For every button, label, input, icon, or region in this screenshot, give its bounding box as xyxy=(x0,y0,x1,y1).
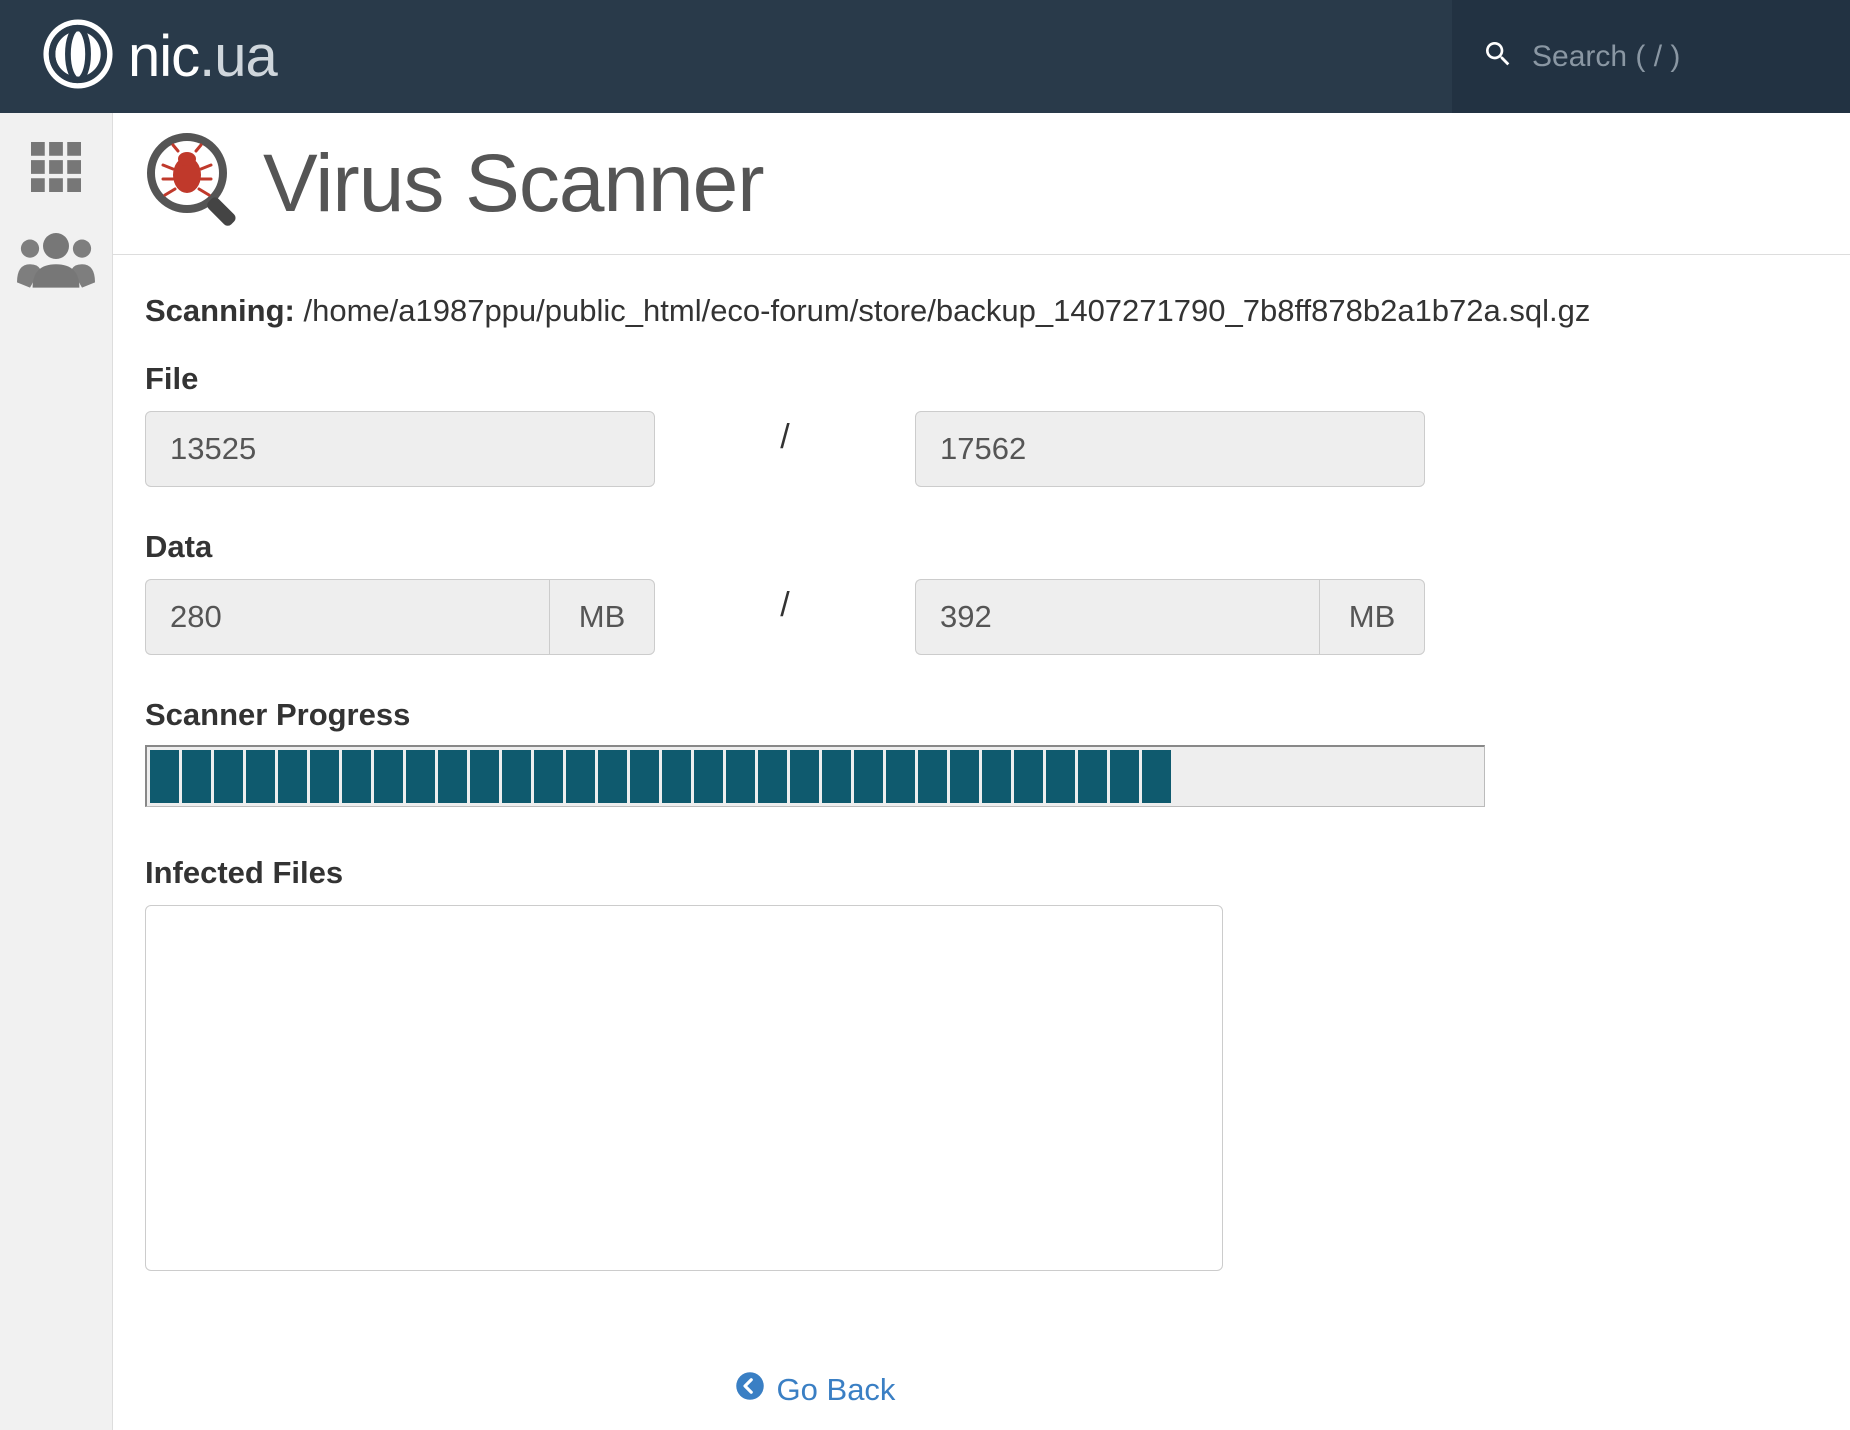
progress-segment xyxy=(758,750,787,803)
data-separator: / xyxy=(655,586,915,649)
progress-segment xyxy=(1014,750,1043,803)
search-input[interactable] xyxy=(1532,40,1820,74)
progress-segment xyxy=(406,750,435,803)
progress-label: Scanner Progress xyxy=(145,697,1818,733)
virus-scanner-icon xyxy=(145,131,245,236)
users-icon[interactable] xyxy=(17,230,95,293)
progress-segment xyxy=(534,750,563,803)
progress-segment xyxy=(886,750,915,803)
file-separator: / xyxy=(655,418,915,481)
progress-segment xyxy=(246,750,275,803)
apps-grid-icon[interactable] xyxy=(24,137,88,202)
infected-files-label: Infected Files xyxy=(145,855,1818,891)
header: nic.ua xyxy=(0,0,1850,113)
progress-segment xyxy=(566,750,595,803)
progress-segment xyxy=(310,750,339,803)
progress-segment xyxy=(694,750,723,803)
progress-segment xyxy=(150,750,179,803)
data-current-unit: MB xyxy=(549,579,655,655)
data-section-label: Data xyxy=(145,529,1818,565)
data-total-unit: MB xyxy=(1319,579,1425,655)
sidebar xyxy=(0,113,112,1430)
progress-segment xyxy=(214,750,243,803)
infected-files-list xyxy=(145,905,1223,1271)
progress-segment xyxy=(790,750,819,803)
progress-segment xyxy=(438,750,467,803)
progress-segment xyxy=(662,750,691,803)
progress-segment xyxy=(598,750,627,803)
brand-logo[interactable]: nic.ua xyxy=(42,18,277,95)
progress-segment xyxy=(470,750,499,803)
page-header: Virus Scanner xyxy=(113,113,1850,255)
brand-text: nic.ua xyxy=(128,23,277,90)
page-title: Virus Scanner xyxy=(263,137,764,231)
progress-segment xyxy=(1046,750,1075,803)
data-total-value: 392 xyxy=(915,579,1319,655)
progress-segment xyxy=(278,750,307,803)
file-current-value: 13525 xyxy=(145,411,655,487)
progress-bar xyxy=(145,745,1485,807)
search-icon xyxy=(1482,38,1532,75)
file-total-value: 17562 xyxy=(915,411,1425,487)
progress-segment xyxy=(726,750,755,803)
progress-segment xyxy=(950,750,979,803)
progress-segment xyxy=(854,750,883,803)
progress-segment xyxy=(1078,750,1107,803)
progress-segment xyxy=(502,750,531,803)
data-current-value: 280 xyxy=(145,579,549,655)
scanning-label: Scanning: xyxy=(145,293,295,328)
progress-segment xyxy=(182,750,211,803)
go-back-label: Go Back xyxy=(777,1372,896,1408)
scanning-status: Scanning: /home/a1987ppu/public_html/eco… xyxy=(145,293,1818,329)
progress-segment xyxy=(374,750,403,803)
search-box xyxy=(1452,0,1850,113)
progress-segment xyxy=(1110,750,1139,803)
brand-logo-icon xyxy=(42,18,114,95)
progress-segment xyxy=(822,750,851,803)
file-section-label: File xyxy=(145,361,1818,397)
progress-segment xyxy=(918,750,947,803)
scanning-path: /home/a1987ppu/public_html/eco-forum/sto… xyxy=(303,293,1590,328)
go-back-link[interactable]: Go Back xyxy=(735,1371,896,1409)
progress-segment xyxy=(982,750,1011,803)
progress-segment xyxy=(342,750,371,803)
arrow-left-circle-icon xyxy=(735,1371,765,1409)
main-content: Virus Scanner Scanning: /home/a1987ppu/p… xyxy=(112,113,1850,1430)
progress-segment xyxy=(630,750,659,803)
progress-segment xyxy=(1142,750,1171,803)
